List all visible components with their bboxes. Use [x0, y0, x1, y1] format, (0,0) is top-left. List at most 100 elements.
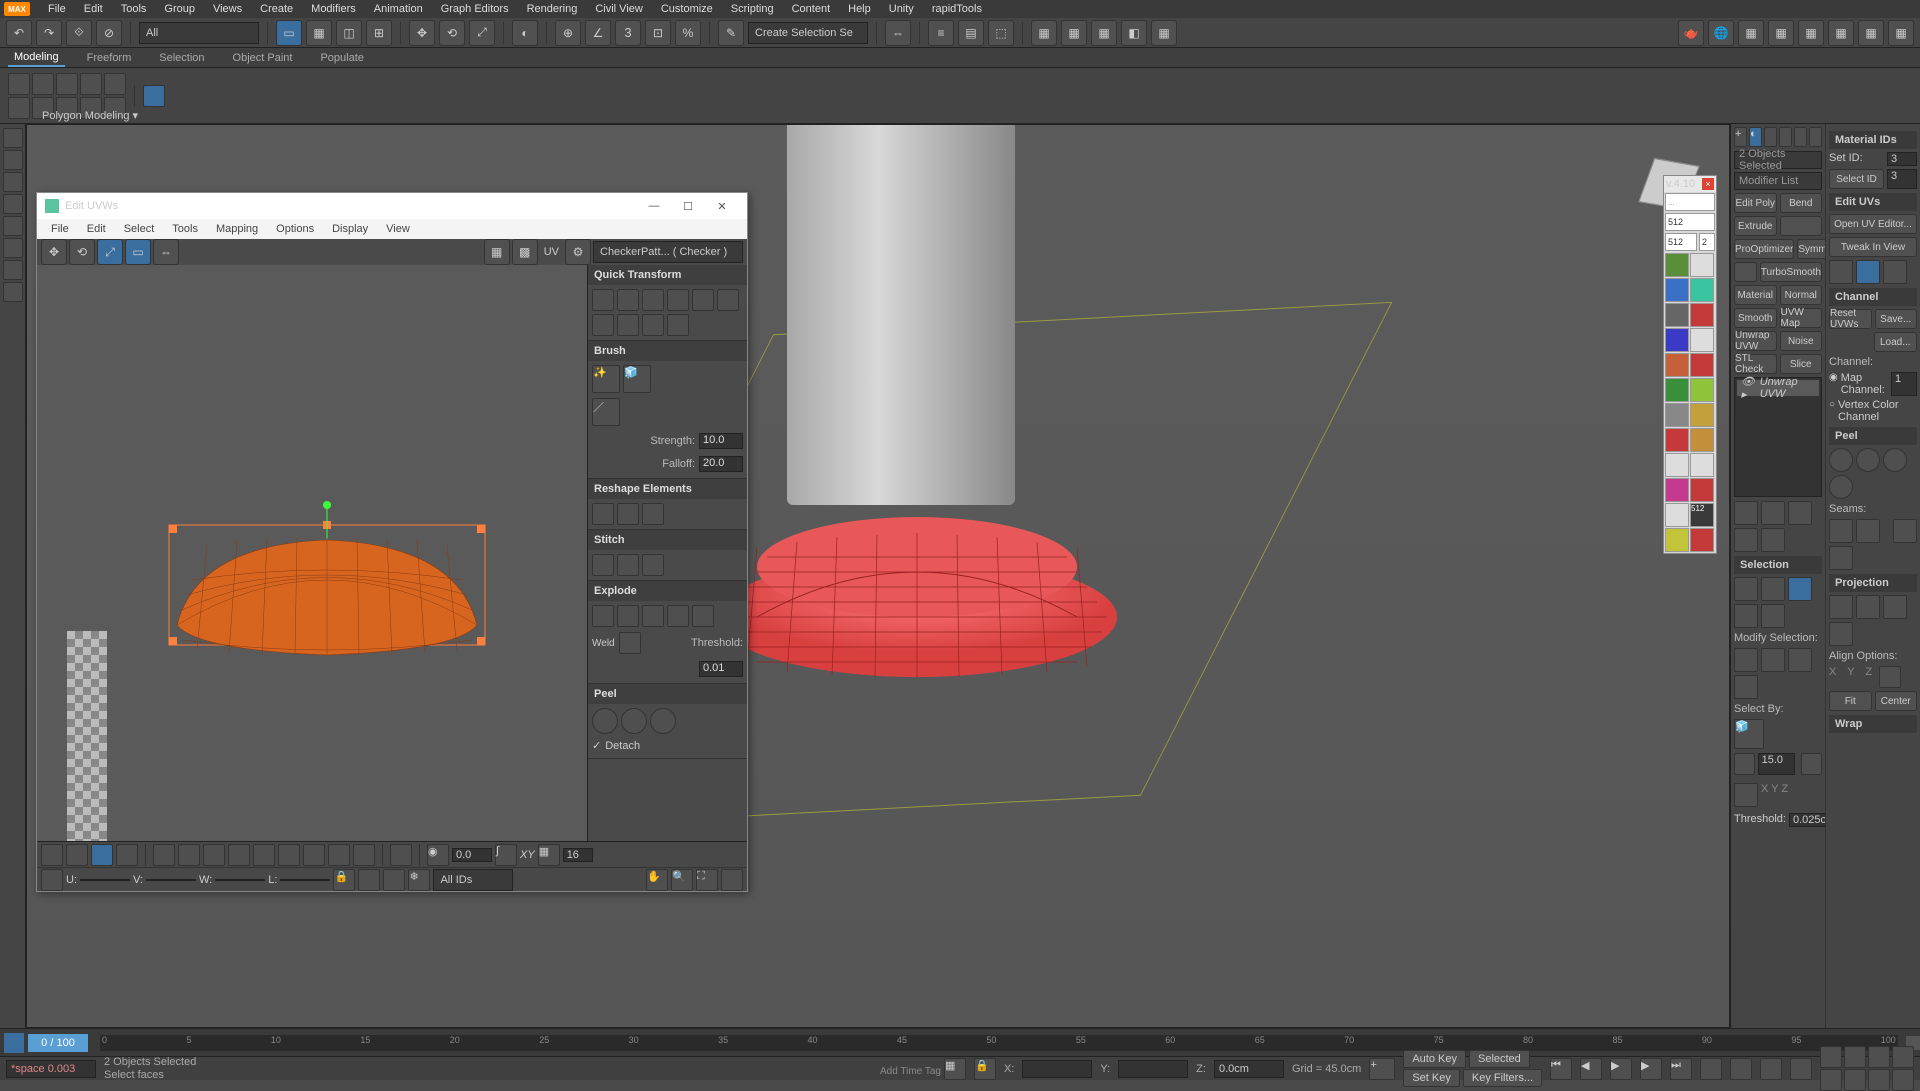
menu-unity[interactable]: Unity [881, 1, 922, 17]
script-btn[interactable] [1690, 353, 1714, 377]
ribbon-toggle[interactable] [143, 85, 165, 107]
named-sel-button[interactable]: ✎ [718, 20, 744, 46]
openuv-button[interactable]: Open UV Editor... [1829, 214, 1917, 234]
trash-icon[interactable] [1734, 528, 1758, 552]
select-button[interactable]: ▭ [276, 20, 302, 46]
reshape-btn[interactable] [617, 503, 639, 525]
uv-count[interactable]: 16 [563, 848, 593, 862]
ribbon-btn[interactable] [104, 73, 126, 95]
left-tool[interactable] [3, 128, 23, 148]
globe-icon[interactable]: 🌐 [1708, 20, 1734, 46]
uv-menu-mapping[interactable]: Mapping [208, 221, 266, 237]
menu-grapheditors[interactable]: Graph Editors [433, 1, 517, 17]
tab-objectpaint[interactable]: Object Paint [227, 50, 299, 66]
script-btn[interactable] [1665, 528, 1689, 552]
sec-stitch[interactable]: Stitch [588, 530, 747, 550]
script-btn[interactable] [1665, 403, 1689, 427]
uv-snap-icon[interactable]: ❄ [408, 869, 430, 891]
uv-btn[interactable] [228, 844, 250, 866]
menu-help[interactable]: Help [840, 1, 879, 17]
ribbon-btn[interactable] [32, 73, 54, 95]
modsel-btn[interactable] [1761, 648, 1785, 672]
smooth-button[interactable]: Smooth [1734, 308, 1777, 328]
menu-customize[interactable]: Customize [653, 1, 721, 17]
script-btn[interactable] [1690, 378, 1714, 402]
timeline-handle[interactable] [4, 1033, 24, 1053]
menu-modifiers[interactable]: Modifiers [303, 1, 364, 17]
seam-btn[interactable] [1829, 519, 1853, 543]
menu-views[interactable]: Views [205, 1, 250, 17]
goto-end-icon[interactable]: ⏭ [1670, 1058, 1692, 1080]
material-editor-button[interactable]: ▦ [1061, 20, 1087, 46]
seam-btn[interactable] [1829, 546, 1853, 570]
create-tab[interactable]: + [1734, 127, 1747, 147]
sel-face[interactable] [1788, 577, 1812, 601]
uv-btn[interactable] [390, 844, 412, 866]
keyfilters-button[interactable]: Key Filters... [1463, 1069, 1542, 1087]
peel-btn[interactable] [621, 708, 647, 734]
tab-modeling[interactable]: Modeling [8, 49, 65, 67]
mapch-value[interactable]: 1 [1891, 372, 1917, 396]
named-sel-dropdown[interactable]: Create Selection Se [748, 22, 868, 44]
menu-edit[interactable]: Edit [76, 1, 111, 17]
script-btn[interactable] [1665, 378, 1689, 402]
material-button[interactable]: Material [1734, 285, 1777, 305]
brush-curve[interactable]: ／ [592, 398, 620, 426]
percent-snap-button[interactable]: 3 [615, 20, 641, 46]
proj-box[interactable] [1829, 622, 1853, 646]
uv-btn[interactable] [203, 844, 225, 866]
sec-explode[interactable]: Explode [588, 581, 747, 601]
left-tool[interactable] [3, 260, 23, 280]
script-val2[interactable]: 512 [1665, 233, 1697, 251]
link-button[interactable]: ⟐ [66, 20, 92, 46]
brush-btn[interactable]: ✨ [592, 365, 620, 393]
sec-brush[interactable]: Brush [588, 341, 747, 361]
uv-titlebar[interactable]: Edit UVWs — ☐ ✕ [37, 193, 747, 219]
mirror-button[interactable]: ⇔ [885, 20, 911, 46]
selby-btn[interactable] [1801, 753, 1822, 775]
render-frame-button[interactable]: ◧ [1121, 20, 1147, 46]
close-icon[interactable]: × [1702, 178, 1714, 190]
script-btn[interactable] [1690, 278, 1714, 302]
axis-btn[interactable] [1734, 783, 1758, 807]
peel-btn[interactable] [1829, 475, 1853, 499]
script-btn[interactable] [1690, 428, 1714, 452]
proj-cylinder[interactable] [1856, 595, 1880, 619]
menu-tools[interactable]: Tools [113, 1, 155, 17]
lock-icon[interactable]: 🔒 [974, 1058, 996, 1080]
seam-btn[interactable] [1856, 519, 1880, 543]
spinner-snap-button[interactable]: ⊡ [645, 20, 671, 46]
proj-sphere[interactable] [1883, 595, 1907, 619]
uv-menu-file[interactable]: File [43, 221, 77, 237]
hierarchy-tab[interactable] [1764, 127, 1777, 147]
threshold-value[interactable]: 0.025cm [1789, 813, 1826, 827]
qt-btn[interactable] [617, 289, 639, 311]
menu-civilview[interactable]: Civil View [587, 1, 650, 17]
script-btn[interactable] [1665, 328, 1689, 352]
display-tab[interactable] [1794, 127, 1807, 147]
close-button[interactable]: ✕ [705, 195, 739, 217]
viewnav-btn[interactable] [1892, 1046, 1914, 1068]
bend-button[interactable]: Bend [1780, 193, 1823, 213]
refcoord-button[interactable]: ◐ [512, 20, 538, 46]
sel-opt[interactable] [1734, 604, 1758, 628]
left-tool[interactable] [3, 238, 23, 258]
uv-btn[interactable] [383, 869, 405, 891]
uv-mirror-button[interactable]: ⇔ [153, 239, 179, 265]
uv-zoomext-icon[interactable]: ⛶ [696, 869, 718, 891]
explode-btn[interactable] [642, 605, 664, 627]
peel-btn[interactable] [1829, 448, 1853, 472]
y-input[interactable] [1118, 1060, 1188, 1078]
strength-input[interactable]: 10.0 [699, 433, 743, 449]
next-frame-icon[interactable]: ▶ [1640, 1058, 1662, 1080]
rotate-button[interactable]: ⟲ [439, 20, 465, 46]
slice-button[interactable]: Slice [1780, 354, 1823, 374]
uv-menu-display[interactable]: Display [324, 221, 376, 237]
uv-btn[interactable] [278, 844, 300, 866]
uv-pan-icon[interactable]: ✋ [646, 869, 668, 891]
uv-btn[interactable]: ∫ [495, 844, 517, 866]
explode-btn[interactable] [592, 605, 614, 627]
stitch-btn[interactable] [642, 554, 664, 576]
uvwmap-button[interactable]: UVW Map [1780, 308, 1823, 328]
explode-btn[interactable] [617, 605, 639, 627]
